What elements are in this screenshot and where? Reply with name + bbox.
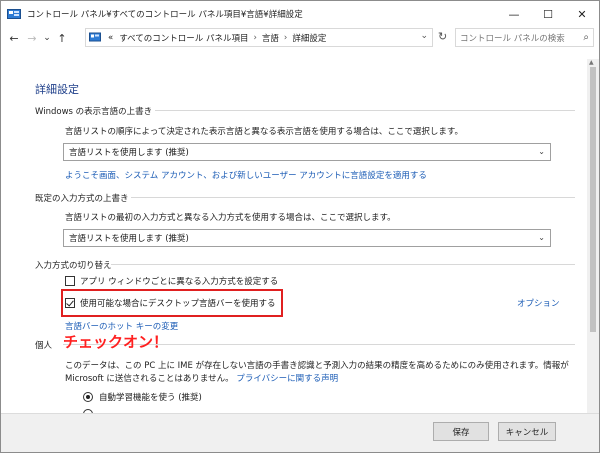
address-prefix[interactable]: « [108, 33, 113, 43]
section-divider [131, 197, 575, 198]
address-dropdown-icon[interactable]: ⌄ [420, 31, 428, 41]
search-icon[interactable]: ⌕ [583, 32, 589, 43]
auto-learning-radio[interactable] [83, 392, 93, 402]
display-language-description: 言語リストの順序によって決定された表示言語と異なる表示言語を使用する場合は、ここ… [65, 127, 463, 137]
save-button[interactable]: 保存 [433, 422, 489, 441]
maximize-button[interactable]: ☐ [531, 1, 565, 27]
per-app-input-method-label: アプリ ウィンドウごとに異なる入力方式を設定する [80, 277, 279, 287]
title-bar: コントロール パネル¥すべてのコントロール パネル項目¥言語¥詳細設定 — ☐ … [1, 1, 599, 27]
display-language-select-value: 言語リストを使用します (推奨) [69, 148, 189, 158]
forward-arrow-icon[interactable]: → [23, 32, 41, 45]
switch-input-method-title: 入力方式の切り替え [35, 261, 112, 271]
personal-description-text: Microsoft に送信されることはありません。 [65, 374, 234, 384]
auto-learning-radio-row[interactable]: 自動学習機能を使う (推奨) [83, 391, 202, 403]
control-panel-icon [89, 32, 101, 43]
highlight-box [61, 289, 283, 317]
section-divider [155, 110, 575, 111]
annotation-text: チェックオン！ [63, 333, 169, 351]
input-method-description: 言語リストの最初の入力方式と異なる入力方式を使用する場合は、ここで選択します。 [65, 213, 396, 223]
back-arrow-icon[interactable]: ← [5, 32, 23, 45]
vertical-scrollbar[interactable]: ▲ [587, 59, 599, 413]
window-title: コントロール パネル¥すべてのコントロール パネル項目¥言語¥詳細設定 [27, 10, 303, 20]
breadcrumb-advanced-settings[interactable]: 詳細設定 [292, 32, 326, 44]
personal-description-line2: Microsoft に送信されることはありません。 プライバシーに関する声明 [65, 372, 338, 384]
search-input[interactable]: コントロール パネルの検索 ⌕ [455, 28, 594, 47]
navigation-bar: ← → ⌄ ↑ « すべてのコントロール パネル項目 › 言語 › 詳細設定 ⌄… [1, 27, 599, 49]
cancel-button[interactable]: キャンセル [498, 422, 556, 441]
personal-description-line1: このデータは、この PC 上に IME が存在しない言語の手書き認識と予測入力の… [65, 361, 569, 371]
input-method-select-value: 言語リストを使用します (推奨) [69, 234, 189, 244]
control-panel-window: コントロール パネル¥すべてのコントロール パネル項目¥言語¥詳細設定 — ☐ … [0, 0, 600, 453]
breadcrumb-separator-icon: › [283, 32, 288, 43]
display-language-override-title: Windows の表示言語の上書き [35, 107, 153, 117]
per-app-input-method-checkbox-row[interactable]: アプリ ウィンドウごとに異なる入力方式を設定する [65, 275, 278, 287]
options-link[interactable]: オプション [517, 297, 560, 309]
input-method-override-title: 既定の入力方式の上書き [35, 194, 129, 204]
privacy-statement-link[interactable]: プライバシーに関する声明 [236, 374, 338, 384]
recent-locations-chevron-icon[interactable]: ⌄ [41, 33, 53, 43]
breadcrumb-separator-icon: › [253, 32, 257, 43]
control-panel-icon [7, 8, 21, 20]
up-arrow-icon[interactable]: ↑ [53, 32, 71, 45]
chevron-down-icon: ⌄ [538, 233, 545, 242]
search-placeholder: コントロール パネルの検索 [460, 33, 565, 44]
settings-content: 詳細設定 Windows の表示言語の上書き 言語リストの順序によって決定された… [1, 59, 587, 413]
per-app-input-method-checkbox[interactable] [65, 276, 75, 286]
window-controls: — ☐ ✕ [497, 1, 599, 27]
close-button[interactable]: ✕ [565, 1, 599, 27]
personal-title: 個人 [35, 341, 53, 351]
section-divider [111, 264, 575, 265]
minimize-button[interactable]: — [497, 1, 531, 27]
display-language-select[interactable]: 言語リストを使用します (推奨) ⌄ [63, 143, 551, 161]
chevron-down-icon: ⌄ [538, 147, 545, 156]
apply-language-settings-link[interactable]: ようこそ画面、システム アカウント、および新しいユーザー アカウントに言語設定を… [65, 169, 427, 181]
input-method-select[interactable]: 言語リストを使用します (推奨) ⌄ [63, 229, 551, 247]
page-title: 詳細設定 [35, 83, 79, 96]
auto-learning-label: 自動学習機能を使う (推奨) [99, 393, 202, 403]
refresh-icon[interactable]: ↻ [438, 30, 447, 43]
scroll-up-icon[interactable]: ▲ [589, 59, 594, 66]
address-bar[interactable]: « すべてのコントロール パネル項目 › 言語 › 詳細設定 ⌄ [85, 28, 433, 47]
breadcrumb-all-items[interactable]: すべてのコントロール パネル項目 [119, 32, 248, 44]
scrollbar-thumb[interactable] [590, 67, 596, 332]
footer-bar: 保存 キャンセル [1, 413, 599, 452]
breadcrumb-language[interactable]: 言語 [262, 32, 279, 44]
